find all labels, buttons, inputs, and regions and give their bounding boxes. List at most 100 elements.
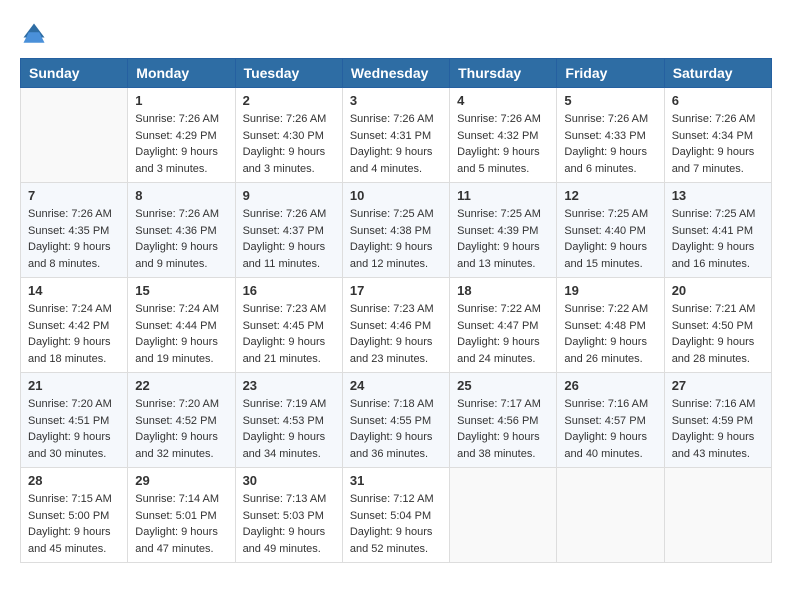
daylight-text: Daylight: 9 hours and 36 minutes. xyxy=(350,431,433,460)
sunset-text: Sunset: 4:37 PM xyxy=(243,225,324,237)
day-number: 5 xyxy=(564,93,656,108)
sunset-text: Sunset: 4:48 PM xyxy=(564,320,645,332)
cell-info: Sunrise: 7:18 AM Sunset: 4:55 PM Dayligh… xyxy=(350,396,442,462)
cell-info: Sunrise: 7:25 AM Sunset: 4:38 PM Dayligh… xyxy=(350,206,442,272)
daylight-text: Daylight: 9 hours and 28 minutes. xyxy=(672,336,755,365)
calendar-cell: 7 Sunrise: 7:26 AM Sunset: 4:35 PM Dayli… xyxy=(21,183,128,278)
day-number: 28 xyxy=(28,473,120,488)
daylight-text: Daylight: 9 hours and 45 minutes. xyxy=(28,526,111,555)
sunset-text: Sunset: 5:04 PM xyxy=(350,510,431,522)
daylight-text: Daylight: 9 hours and 38 minutes. xyxy=(457,431,540,460)
daylight-text: Daylight: 9 hours and 19 minutes. xyxy=(135,336,218,365)
sunset-text: Sunset: 4:33 PM xyxy=(564,130,645,142)
sunrise-text: Sunrise: 7:26 AM xyxy=(243,208,327,220)
column-header-sunday: Sunday xyxy=(21,59,128,88)
day-number: 23 xyxy=(243,378,335,393)
calendar-week-row: 14 Sunrise: 7:24 AM Sunset: 4:42 PM Dayl… xyxy=(21,278,772,373)
day-number: 30 xyxy=(243,473,335,488)
daylight-text: Daylight: 9 hours and 24 minutes. xyxy=(457,336,540,365)
sunset-text: Sunset: 5:01 PM xyxy=(135,510,216,522)
sunrise-text: Sunrise: 7:26 AM xyxy=(672,113,756,125)
daylight-text: Daylight: 9 hours and 11 minutes. xyxy=(243,241,326,270)
logo-icon xyxy=(20,20,48,48)
calendar-cell: 1 Sunrise: 7:26 AM Sunset: 4:29 PM Dayli… xyxy=(128,88,235,183)
day-number: 13 xyxy=(672,188,764,203)
daylight-text: Daylight: 9 hours and 16 minutes. xyxy=(672,241,755,270)
day-number: 17 xyxy=(350,283,442,298)
sunrise-text: Sunrise: 7:23 AM xyxy=(350,303,434,315)
cell-info: Sunrise: 7:13 AM Sunset: 5:03 PM Dayligh… xyxy=(243,491,335,557)
calendar-cell: 25 Sunrise: 7:17 AM Sunset: 4:56 PM Dayl… xyxy=(450,373,557,468)
sunset-text: Sunset: 4:52 PM xyxy=(135,415,216,427)
sunset-text: Sunset: 4:45 PM xyxy=(243,320,324,332)
cell-info: Sunrise: 7:25 AM Sunset: 4:40 PM Dayligh… xyxy=(564,206,656,272)
sunrise-text: Sunrise: 7:25 AM xyxy=(350,208,434,220)
calendar-cell: 11 Sunrise: 7:25 AM Sunset: 4:39 PM Dayl… xyxy=(450,183,557,278)
column-header-saturday: Saturday xyxy=(664,59,771,88)
cell-info: Sunrise: 7:16 AM Sunset: 4:57 PM Dayligh… xyxy=(564,396,656,462)
calendar-cell: 21 Sunrise: 7:20 AM Sunset: 4:51 PM Dayl… xyxy=(21,373,128,468)
calendar-cell xyxy=(664,468,771,563)
sunrise-text: Sunrise: 7:26 AM xyxy=(135,208,219,220)
calendar-cell: 28 Sunrise: 7:15 AM Sunset: 5:00 PM Dayl… xyxy=(21,468,128,563)
day-number: 16 xyxy=(243,283,335,298)
daylight-text: Daylight: 9 hours and 5 minutes. xyxy=(457,146,540,175)
sunrise-text: Sunrise: 7:21 AM xyxy=(672,303,756,315)
calendar-table: SundayMondayTuesdayWednesdayThursdayFrid… xyxy=(20,58,772,563)
calendar-cell: 23 Sunrise: 7:19 AM Sunset: 4:53 PM Dayl… xyxy=(235,373,342,468)
day-number: 3 xyxy=(350,93,442,108)
sunset-text: Sunset: 4:29 PM xyxy=(135,130,216,142)
sunset-text: Sunset: 4:46 PM xyxy=(350,320,431,332)
calendar-cell: 15 Sunrise: 7:24 AM Sunset: 4:44 PM Dayl… xyxy=(128,278,235,373)
daylight-text: Daylight: 9 hours and 30 minutes. xyxy=(28,431,111,460)
day-number: 31 xyxy=(350,473,442,488)
cell-info: Sunrise: 7:21 AM Sunset: 4:50 PM Dayligh… xyxy=(672,301,764,367)
calendar-cell: 2 Sunrise: 7:26 AM Sunset: 4:30 PM Dayli… xyxy=(235,88,342,183)
sunset-text: Sunset: 4:53 PM xyxy=(243,415,324,427)
calendar-cell: 17 Sunrise: 7:23 AM Sunset: 4:46 PM Dayl… xyxy=(342,278,449,373)
sunrise-text: Sunrise: 7:20 AM xyxy=(135,398,219,410)
sunrise-text: Sunrise: 7:16 AM xyxy=(672,398,756,410)
calendar-week-row: 21 Sunrise: 7:20 AM Sunset: 4:51 PM Dayl… xyxy=(21,373,772,468)
sunrise-text: Sunrise: 7:25 AM xyxy=(564,208,648,220)
sunrise-text: Sunrise: 7:14 AM xyxy=(135,493,219,505)
sunset-text: Sunset: 4:30 PM xyxy=(243,130,324,142)
calendar-cell: 6 Sunrise: 7:26 AM Sunset: 4:34 PM Dayli… xyxy=(664,88,771,183)
calendar-cell: 8 Sunrise: 7:26 AM Sunset: 4:36 PM Dayli… xyxy=(128,183,235,278)
cell-info: Sunrise: 7:24 AM Sunset: 4:44 PM Dayligh… xyxy=(135,301,227,367)
cell-info: Sunrise: 7:20 AM Sunset: 4:51 PM Dayligh… xyxy=(28,396,120,462)
day-number: 2 xyxy=(243,93,335,108)
sunset-text: Sunset: 4:40 PM xyxy=(564,225,645,237)
daylight-text: Daylight: 9 hours and 49 minutes. xyxy=(243,526,326,555)
sunrise-text: Sunrise: 7:25 AM xyxy=(672,208,756,220)
day-number: 14 xyxy=(28,283,120,298)
calendar-week-row: 7 Sunrise: 7:26 AM Sunset: 4:35 PM Dayli… xyxy=(21,183,772,278)
sunrise-text: Sunrise: 7:18 AM xyxy=(350,398,434,410)
daylight-text: Daylight: 9 hours and 8 minutes. xyxy=(28,241,111,270)
cell-info: Sunrise: 7:12 AM Sunset: 5:04 PM Dayligh… xyxy=(350,491,442,557)
sunrise-text: Sunrise: 7:22 AM xyxy=(564,303,648,315)
sunset-text: Sunset: 4:47 PM xyxy=(457,320,538,332)
cell-info: Sunrise: 7:26 AM Sunset: 4:32 PM Dayligh… xyxy=(457,111,549,177)
calendar-cell: 19 Sunrise: 7:22 AM Sunset: 4:48 PM Dayl… xyxy=(557,278,664,373)
sunset-text: Sunset: 5:03 PM xyxy=(243,510,324,522)
daylight-text: Daylight: 9 hours and 12 minutes. xyxy=(350,241,433,270)
column-header-wednesday: Wednesday xyxy=(342,59,449,88)
daylight-text: Daylight: 9 hours and 34 minutes. xyxy=(243,431,326,460)
daylight-text: Daylight: 9 hours and 9 minutes. xyxy=(135,241,218,270)
daylight-text: Daylight: 9 hours and 21 minutes. xyxy=(243,336,326,365)
cell-info: Sunrise: 7:15 AM Sunset: 5:00 PM Dayligh… xyxy=(28,491,120,557)
sunset-text: Sunset: 4:44 PM xyxy=(135,320,216,332)
calendar-cell: 20 Sunrise: 7:21 AM Sunset: 4:50 PM Dayl… xyxy=(664,278,771,373)
sunrise-text: Sunrise: 7:23 AM xyxy=(243,303,327,315)
daylight-text: Daylight: 9 hours and 6 minutes. xyxy=(564,146,647,175)
column-header-tuesday: Tuesday xyxy=(235,59,342,88)
calendar-cell: 12 Sunrise: 7:25 AM Sunset: 4:40 PM Dayl… xyxy=(557,183,664,278)
cell-info: Sunrise: 7:14 AM Sunset: 5:01 PM Dayligh… xyxy=(135,491,227,557)
sunrise-text: Sunrise: 7:19 AM xyxy=(243,398,327,410)
sunset-text: Sunset: 4:41 PM xyxy=(672,225,753,237)
sunset-text: Sunset: 4:38 PM xyxy=(350,225,431,237)
day-number: 25 xyxy=(457,378,549,393)
day-number: 18 xyxy=(457,283,549,298)
day-number: 1 xyxy=(135,93,227,108)
